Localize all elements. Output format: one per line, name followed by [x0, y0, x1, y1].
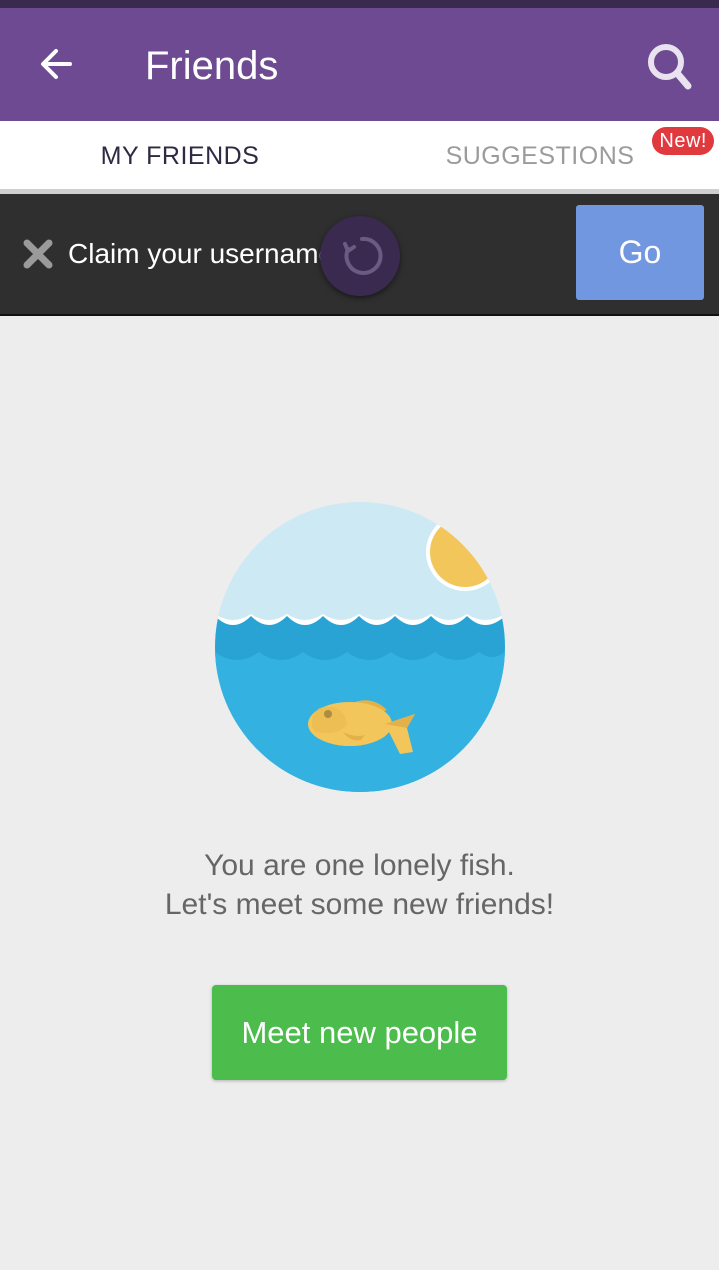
status-bar	[0, 0, 719, 8]
tab-bar: MY FRIENDS SUGGESTIONS New!	[0, 121, 719, 189]
empty-state-line-1: You are one lonely fish.	[204, 849, 515, 882]
go-button[interactable]: Go	[576, 205, 704, 300]
empty-state-message: You are one lonely fish. Let's meet some…	[0, 846, 719, 924]
tab-suggestions-label: SUGGESTIONS	[445, 142, 635, 170]
refresh-spinner-icon	[343, 236, 383, 275]
arrow-left-icon	[41, 49, 72, 79]
tab-my-friends[interactable]: MY FRIENDS	[0, 121, 360, 189]
loading-spinner	[320, 216, 400, 296]
close-icon	[23, 239, 53, 269]
back-button[interactable]	[30, 38, 82, 90]
empty-state-illustration	[215, 502, 505, 792]
search-icon	[648, 44, 692, 90]
fish-in-sea-icon	[215, 502, 505, 792]
empty-state-line-2: Let's meet some new friends!	[164, 888, 555, 921]
banner-text: Claim your username	[68, 238, 326, 269]
tab-suggestions[interactable]: SUGGESTIONS New!	[360, 121, 719, 189]
app-bar: Friends	[0, 8, 719, 121]
new-badge: New!	[652, 127, 714, 155]
search-button[interactable]	[645, 40, 693, 92]
meet-new-people-button[interactable]: Meet new people	[212, 985, 507, 1080]
page-title: Friends	[145, 44, 279, 88]
username-banner: Claim your username Go	[0, 194, 719, 316]
tab-my-friends-label: MY FRIENDS	[100, 142, 260, 170]
dismiss-banner-button[interactable]	[22, 238, 54, 270]
